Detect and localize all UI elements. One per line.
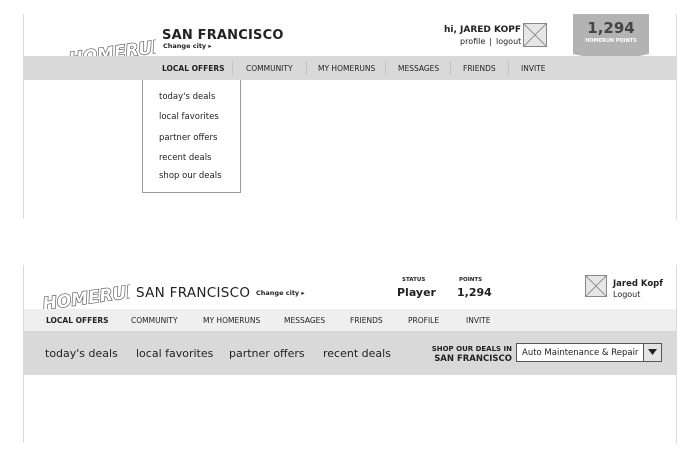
nav-local-offers[interactable]: LOCAL OFFERS: [46, 316, 109, 325]
points-value: 1,294: [587, 19, 635, 37]
user-links: profile | logout: [460, 37, 521, 46]
chevron-down-icon[interactable]: [643, 344, 661, 361]
user-name: Jared Kopf: [613, 279, 663, 289]
nav-profile[interactable]: PROFILE: [408, 316, 439, 325]
bottom-wireframe: HOMERUN SAN FRANCISCO Change city ▸ STAT…: [24, 265, 676, 445]
nav-divider: [306, 61, 307, 75]
nav-divider: [450, 61, 451, 75]
nav-invite[interactable]: INVITE: [466, 316, 491, 325]
user-greeting: hi, JARED KOPF: [444, 25, 522, 35]
subnav-partner-offers[interactable]: partner offers: [229, 347, 305, 360]
change-city-link[interactable]: Change city ▸: [163, 42, 212, 50]
nav-invite[interactable]: INVITE: [521, 64, 546, 73]
main-nav: LOCAL OFFERS COMMUNITY MY HOMERUNS MESSA…: [24, 309, 676, 331]
nav-my-homeruns[interactable]: MY HOMERUNS: [203, 316, 260, 325]
local-offers-dropdown: today's deals local favorites partner of…: [142, 80, 241, 193]
nav-friends[interactable]: FRIENDS: [350, 316, 383, 325]
nav-community[interactable]: COMMUNITY: [246, 64, 293, 73]
subnav-todays-deals[interactable]: today's deals: [45, 347, 118, 360]
nav-local-offers[interactable]: LOCAL OFFERS: [162, 64, 225, 73]
sub-nav: today's deals local favorites partner of…: [24, 331, 676, 375]
shop-deals-city: SAN FRANCISCO: [434, 354, 512, 364]
subnav-recent-deals[interactable]: recent deals: [323, 347, 391, 360]
points-label: POINTS: [459, 277, 483, 283]
nav-divider: [232, 61, 233, 75]
nav-community[interactable]: COMMUNITY: [131, 316, 178, 325]
category-select[interactable]: Auto Maintenance & Repair: [516, 343, 662, 362]
status-value: Player: [397, 286, 436, 299]
nav-my-homeruns[interactable]: MY HOMERUNS: [318, 64, 375, 73]
profile-link[interactable]: profile: [460, 37, 485, 46]
nav-friends[interactable]: FRIENDS: [463, 64, 496, 73]
shop-deals-label: SHOP OUR DEALS IN: [431, 345, 512, 353]
points-value: 1,294: [457, 286, 492, 299]
logout-link[interactable]: Logout: [613, 290, 640, 299]
category-select-value: Auto Maintenance & Repair: [522, 348, 639, 358]
dropdown-item-shop-our-deals[interactable]: shop our deals: [159, 171, 222, 181]
dropdown-item-local-favorites[interactable]: local favorites: [159, 112, 219, 122]
nav-messages[interactable]: MESSAGES: [284, 316, 325, 325]
main-nav: LOCAL OFFERS COMMUNITY MY HOMERUNS MESSA…: [24, 56, 676, 80]
change-city-link[interactable]: Change city ▸: [256, 289, 305, 297]
city-title: SAN FRANCISCO: [136, 285, 251, 301]
city-title: SAN FRANCISCO: [162, 28, 284, 43]
dropdown-item-todays-deals[interactable]: today's deals: [159, 92, 215, 102]
nav-divider: [508, 61, 509, 75]
avatar-placeholder[interactable]: [523, 23, 547, 47]
logout-link[interactable]: logout: [496, 37, 521, 46]
nav-divider: [385, 61, 386, 75]
nav-messages[interactable]: MESSAGES: [398, 64, 439, 73]
top-wireframe: HOMERUN SAN FRANCISCO Change city ▸ hi, …: [24, 14, 676, 222]
status-label: STATUS: [402, 277, 426, 283]
points-label: HOMERUN POINTS: [585, 38, 637, 44]
subnav-local-favorites[interactable]: local favorites: [136, 347, 213, 360]
link-separator: |: [489, 37, 492, 46]
avatar-placeholder[interactable]: [585, 275, 607, 297]
dropdown-item-recent-deals[interactable]: recent deals: [159, 153, 212, 163]
dropdown-item-partner-offers[interactable]: partner offers: [159, 133, 217, 143]
